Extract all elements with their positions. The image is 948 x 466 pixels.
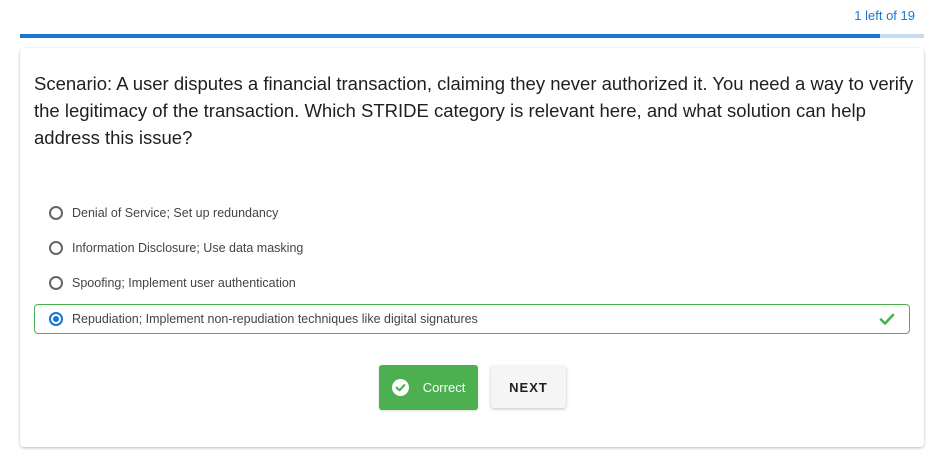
option-label: Information Disclosure; Use data masking xyxy=(72,241,304,255)
option-spoofing[interactable]: Spoofing; Implement user authentication xyxy=(34,268,910,298)
option-label: Denial of Service; Set up redundancy xyxy=(72,206,279,220)
correct-label: Correct xyxy=(422,380,466,395)
progress-label: 1 left of 19 xyxy=(854,8,915,23)
question-text: Scenario: A user disputes a financial tr… xyxy=(34,73,914,148)
progress-bar xyxy=(20,34,924,38)
option-denial-of-service[interactable]: Denial of Service; Set up redundancy xyxy=(34,198,910,228)
next-button[interactable]: NEXT xyxy=(491,366,566,408)
radio-button[interactable] xyxy=(49,241,63,255)
option-information-disclosure[interactable]: Information Disclosure; Use data masking xyxy=(34,233,910,263)
radio-button[interactable] xyxy=(49,206,63,220)
option-label: Repudiation; Implement non-repudiation t… xyxy=(72,312,478,326)
radio-button[interactable] xyxy=(49,276,63,290)
check-circle-icon xyxy=(391,379,409,396)
check-icon xyxy=(879,313,895,325)
progress-bar-fill xyxy=(20,34,880,38)
option-repudiation[interactable]: Repudiation; Implement non-repudiation t… xyxy=(34,304,910,334)
question-card: Scenario: A user disputes a financial tr… xyxy=(20,48,924,447)
correct-feedback-badge: Correct xyxy=(379,365,478,410)
option-label: Spoofing; Implement user authentication xyxy=(72,276,296,290)
radio-button-selected[interactable] xyxy=(49,312,63,326)
